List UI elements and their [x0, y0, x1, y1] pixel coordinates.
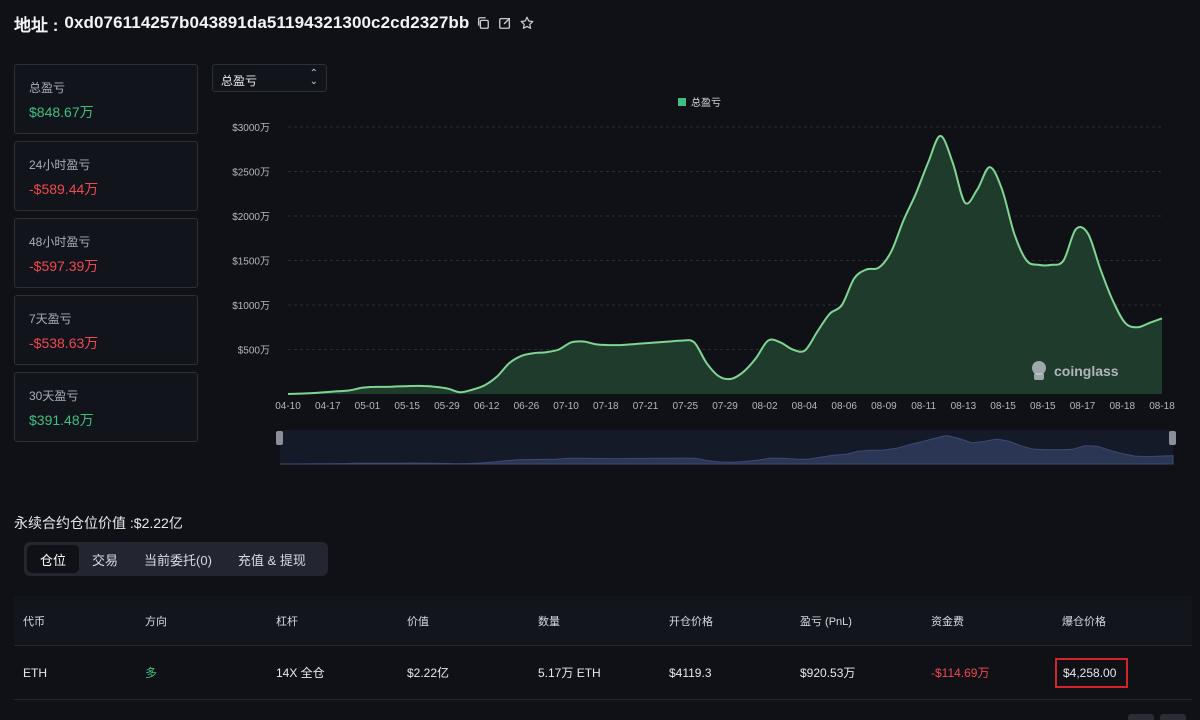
copy-icon[interactable]: [475, 15, 491, 31]
x-tick-label: 05-15: [394, 401, 420, 412]
edit-icon[interactable]: [497, 15, 513, 31]
header-liq-price[interactable]: 爆仓价格: [1053, 613, 1192, 629]
x-tick-label: 06-12: [474, 401, 500, 412]
table-header: 代币 方向 杠杆 价值 数量 开仓价格 盈亏 (PnL) 资金费 爆仓价格: [14, 596, 1192, 646]
positions-table: 代币 方向 杠杆 价值 数量 开仓价格 盈亏 (PnL) 资金费 爆仓价格 ET…: [14, 596, 1192, 700]
address-header: 地址 : 0xd076114257b043891da51194321300c2c…: [14, 11, 535, 35]
liq-price-highlight: $4,258.00: [1055, 657, 1129, 688]
x-tick-label: 07-29: [712, 401, 738, 412]
header-value[interactable]: 价值: [398, 613, 529, 629]
legend-label: 总盈亏: [691, 96, 721, 109]
tab-deposits-withdrawals[interactable]: 充值 & 提现: [225, 545, 319, 573]
tab-open-orders[interactable]: 当前委托(0): [131, 545, 225, 573]
x-tick-label: 08-17: [1070, 401, 1096, 412]
header-token[interactable]: 代币: [14, 613, 136, 629]
cell-leverage: 14X 全仓: [276, 666, 325, 680]
pagination-button[interactable]: [1128, 714, 1154, 720]
table-row[interactable]: ETH 多 14X 全仓 $2.22亿 5.17万 ETH $4119.3 $9…: [14, 646, 1192, 700]
cell-pnl: $920.53万: [800, 666, 856, 680]
cell-funding: -$114.69万: [931, 666, 990, 680]
navigator-right-handle[interactable]: [1169, 431, 1176, 445]
header-entry-price[interactable]: 开仓价格: [660, 613, 791, 629]
stat-value: $391.48万: [29, 412, 94, 428]
x-tick-label: 08-11: [911, 401, 936, 412]
x-tick-label: 04-17: [315, 401, 341, 412]
x-tick-label: 08-18: [1149, 401, 1175, 412]
stat-label: 7天盈亏: [29, 312, 72, 326]
stat-value: -$597.39万: [29, 258, 99, 274]
header-pnl[interactable]: 盈亏 (PnL): [791, 613, 922, 629]
stat-value: -$589.44万: [29, 181, 99, 197]
x-tick-label: 08-13: [951, 401, 977, 412]
navigator-left-handle[interactable]: [276, 431, 283, 445]
stat-label: 总盈亏: [29, 81, 66, 95]
y-tick-label: $3000万: [232, 123, 270, 134]
position-value-title: 永续合约仓位价值 :$2.22亿: [14, 515, 183, 531]
stat-value: $848.67万: [29, 104, 94, 120]
header-leverage[interactable]: 杠杆: [267, 613, 398, 629]
x-tick-label: 08-06: [831, 401, 857, 412]
tab-bar: 仓位 交易 当前委托(0) 充值 & 提现: [24, 542, 328, 576]
x-tick-label: 08-09: [871, 401, 897, 412]
cell-direction: 多: [145, 666, 158, 680]
stat-card-7d-pnl: 7天盈亏 -$538.63万: [14, 295, 198, 365]
pnl-area: [288, 135, 1162, 394]
watermark-text: coinglass: [1054, 363, 1119, 379]
address-label: 地址 :: [14, 15, 59, 35]
x-tick-label: 08-04: [792, 401, 818, 412]
stat-label: 30天盈亏: [29, 389, 79, 403]
x-tick-label: 07-18: [593, 401, 619, 412]
pagination-button[interactable]: [1160, 714, 1186, 720]
stat-label: 24小时盈亏: [29, 158, 91, 172]
y-tick-label: $1000万: [232, 301, 270, 312]
metric-select-value: 总盈亏: [221, 74, 258, 88]
cell-entry-price: $4119.3: [669, 665, 712, 680]
x-tick-label: 08-15: [1030, 401, 1056, 412]
legend-swatch: [678, 98, 686, 106]
coinglass-logo-icon: [1032, 361, 1046, 380]
y-tick-label: $500万: [238, 346, 270, 357]
stat-card-48h-pnl: 48小时盈亏 -$597.39万: [14, 218, 198, 288]
header-amount[interactable]: 数量: [529, 613, 660, 629]
stat-value: -$538.63万: [29, 335, 99, 351]
y-tick-label: $1500万: [232, 257, 270, 268]
pnl-area-chart: 总盈亏 $500万$1000万$1500万$2000万$2500万$3000万 …: [232, 96, 1176, 465]
tab-positions[interactable]: 仓位: [27, 545, 80, 573]
x-tick-label: 06-26: [514, 401, 540, 412]
up-down-chevron-icon: ⌃ ⌄: [309, 68, 318, 87]
stat-card-total-pnl: 总盈亏 $848.67万: [14, 64, 198, 134]
x-tick-label: 08-15: [990, 401, 1016, 412]
x-tick-label: 07-21: [633, 401, 659, 412]
wallet-address: 0xd076114257b043891da51194321300c2cd2327…: [64, 13, 470, 32]
x-tick-label: 04-10: [275, 401, 301, 412]
x-tick-label: 07-25: [672, 401, 698, 412]
range-navigator[interactable]: [276, 430, 1176, 465]
star-icon[interactable]: [519, 15, 535, 31]
header-funding[interactable]: 资金费: [922, 613, 1053, 629]
cell-token: ETH: [23, 665, 47, 680]
stat-card-30d-pnl: 30天盈亏 $391.48万: [14, 372, 198, 442]
cell-amount: 5.17万 ETH: [538, 666, 601, 680]
x-tick-label: 05-01: [355, 401, 381, 412]
y-tick-label: $2000万: [232, 212, 270, 223]
x-tick-label: 08-18: [1109, 401, 1135, 412]
cell-liq-price: $4,258.00: [1053, 657, 1192, 688]
x-tick-label: 07-10: [553, 401, 579, 412]
x-tick-label: 05-29: [434, 401, 460, 412]
header-direction[interactable]: 方向: [136, 613, 267, 629]
tab-trades[interactable]: 交易: [79, 545, 131, 573]
x-tick-label: 08-02: [752, 401, 778, 412]
cell-value: $2.22亿: [407, 666, 450, 680]
stat-label: 48小时盈亏: [29, 235, 91, 249]
chart-legend[interactable]: 总盈亏: [678, 96, 721, 109]
y-tick-label: $2500万: [232, 168, 270, 179]
metric-select[interactable]: 总盈亏 ⌃ ⌄: [212, 64, 327, 92]
stat-card-24h-pnl: 24小时盈亏 -$589.44万: [14, 141, 198, 211]
